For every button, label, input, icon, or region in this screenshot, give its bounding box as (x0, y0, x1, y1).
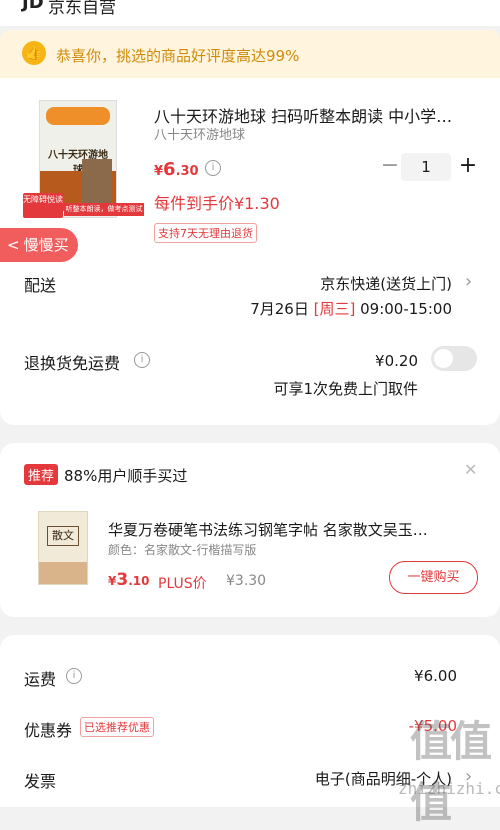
price-symbol: ¥ (154, 164, 164, 179)
shop-name: 京东自营 (48, 0, 116, 18)
watermark: 值值值 (410, 717, 492, 827)
return-freight-label: 退换货免运费 (24, 354, 121, 373)
return-freight-toggle[interactable] (431, 346, 477, 371)
recommend-cover-art (39, 562, 87, 584)
recommend-cover-title: 散文 (47, 526, 79, 546)
return-freight-price: ¥0.20 (375, 352, 418, 370)
return-policy-tag: 支持7天无理由退货 (154, 223, 257, 243)
plus-price-label: PLUS价 (158, 576, 207, 592)
price-int: 6 (163, 159, 176, 180)
price-dec: .30 (175, 164, 199, 179)
top-bar: JD 京东自营 (0, 0, 500, 26)
slow-buy-button[interactable]: < 慢慢买 (0, 228, 78, 262)
rec-price-dec: .10 (128, 574, 150, 588)
shipping-chevron-icon[interactable]: › (465, 271, 472, 292)
coupon-tag: 已选推荐优惠 (80, 717, 154, 737)
coupon-label: 优惠券 (24, 721, 73, 740)
slow-buy-label: 慢慢买 (23, 236, 69, 254)
chevron-left-icon: < (7, 236, 20, 254)
recommend-badge: 推荐 (24, 464, 59, 485)
shipping-time: 7月26日 [周三] 09:00-15:00 (250, 298, 452, 319)
shipping-weekday: [周三] (313, 300, 356, 318)
freight-info-icon[interactable]: i (66, 668, 82, 684)
cover-tag: 无障碍悦读 (23, 193, 63, 218)
invoice-label: 发票 (24, 772, 57, 791)
recommend-image[interactable]: 散文 (38, 511, 88, 585)
cover-illustration (82, 159, 112, 203)
cover-foot: 听整本朗读，做考点测试 (64, 203, 144, 216)
watermark-url: zhizhizhi.com (398, 779, 500, 798)
one-click-buy-button[interactable]: 一键购买 (389, 561, 478, 594)
rating-banner: 👍 恭喜你，挑选的商品好评度高达99% (0, 30, 500, 78)
cover-series-badge (46, 107, 110, 125)
each-price: 每件到手价¥1.30 (154, 194, 280, 213)
recommend-item-name[interactable]: 华夏万卷硬笔书法练习钢笔字帖 名家散文吴玉… (108, 519, 468, 540)
price-info-icon[interactable]: i (205, 160, 221, 176)
product-subtitle: 八十天环游地球 (154, 128, 246, 143)
rec-price-int: 3 (116, 570, 129, 590)
toggle-knob (434, 349, 453, 368)
shipping-date: 7月26日 (250, 300, 309, 318)
shipping-time-range: 09:00-15:00 (360, 300, 452, 318)
return-freight-desc: 可享1次免费上门取件 (273, 380, 418, 398)
shipping-method[interactable]: 京东快递(送货上门) (320, 273, 452, 294)
quantity-minus-button[interactable]: − (378, 152, 402, 180)
recommend-item-spec: 颜色：名家散文-行楷描写版 (108, 543, 257, 557)
recommend-price: ¥3.10 (108, 570, 149, 590)
thumbs-up-icon: 👍 (22, 41, 46, 65)
banner-text: 恭喜你，挑选的商品好评度高达99% (56, 47, 300, 65)
product-price: ¥6.30 (154, 159, 199, 180)
plus-price-value: ¥3.30 (226, 573, 267, 589)
jd-logo: JD (22, 0, 44, 13)
freight-value: ¥6.00 (414, 667, 457, 685)
quantity-value[interactable]: 1 (401, 153, 451, 181)
close-icon[interactable]: ✕ (464, 460, 477, 479)
recommend-title: 88%用户顺手买过 (64, 467, 188, 485)
return-freight-info-icon[interactable]: i (134, 352, 150, 368)
shipping-label: 配送 (24, 276, 57, 295)
quantity-plus-button[interactable]: + (456, 152, 480, 180)
freight-label: 运费 (24, 670, 57, 689)
